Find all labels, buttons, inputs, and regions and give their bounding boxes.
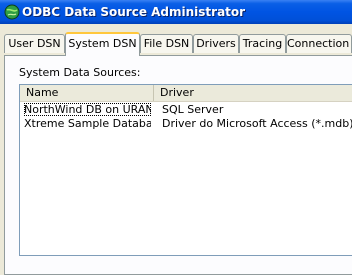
column-header-driver[interactable]: Driver	[154, 85, 352, 101]
list-header: Name Driver	[20, 85, 352, 102]
tab-file-dsn[interactable]: File DSN	[140, 34, 193, 53]
system-dsn-list[interactable]: Name Driver NorthWind DB on URAN SQL Ser…	[19, 84, 352, 256]
tab-connection-pooling[interactable]: Connection P	[286, 34, 352, 53]
dsn-name: NorthWind DB on URAN	[24, 103, 151, 116]
system-data-sources-label: System Data Sources:	[19, 66, 141, 79]
tab-tracing[interactable]: Tracing	[239, 34, 286, 53]
dsn-driver: Driver do Microsoft Access (*.mdb)	[162, 117, 352, 130]
tab-user-dsn[interactable]: User DSN	[4, 34, 65, 53]
odbc-globe-icon[interactable]	[4, 4, 20, 20]
list-item[interactable]: NorthWind DB on URAN SQL Server	[20, 103, 352, 116]
dsn-name: Xtreme Sample Databas...	[24, 117, 151, 130]
column-header-name[interactable]: Name	[20, 85, 154, 101]
list-item[interactable]: Xtreme Sample Databas... Driver do Micro…	[20, 117, 352, 130]
window-title: ODBC Data Source Administrator	[22, 5, 246, 19]
dsn-driver: SQL Server	[162, 103, 224, 116]
tab-drivers[interactable]: Drivers	[193, 34, 239, 53]
tab-system-dsn[interactable]: System DSN	[65, 32, 140, 56]
title-bar[interactable]: ODBC Data Source Administrator	[0, 0, 352, 24]
tab-strip: User DSN System DSN File DSN Drivers Tra…	[0, 24, 352, 56]
